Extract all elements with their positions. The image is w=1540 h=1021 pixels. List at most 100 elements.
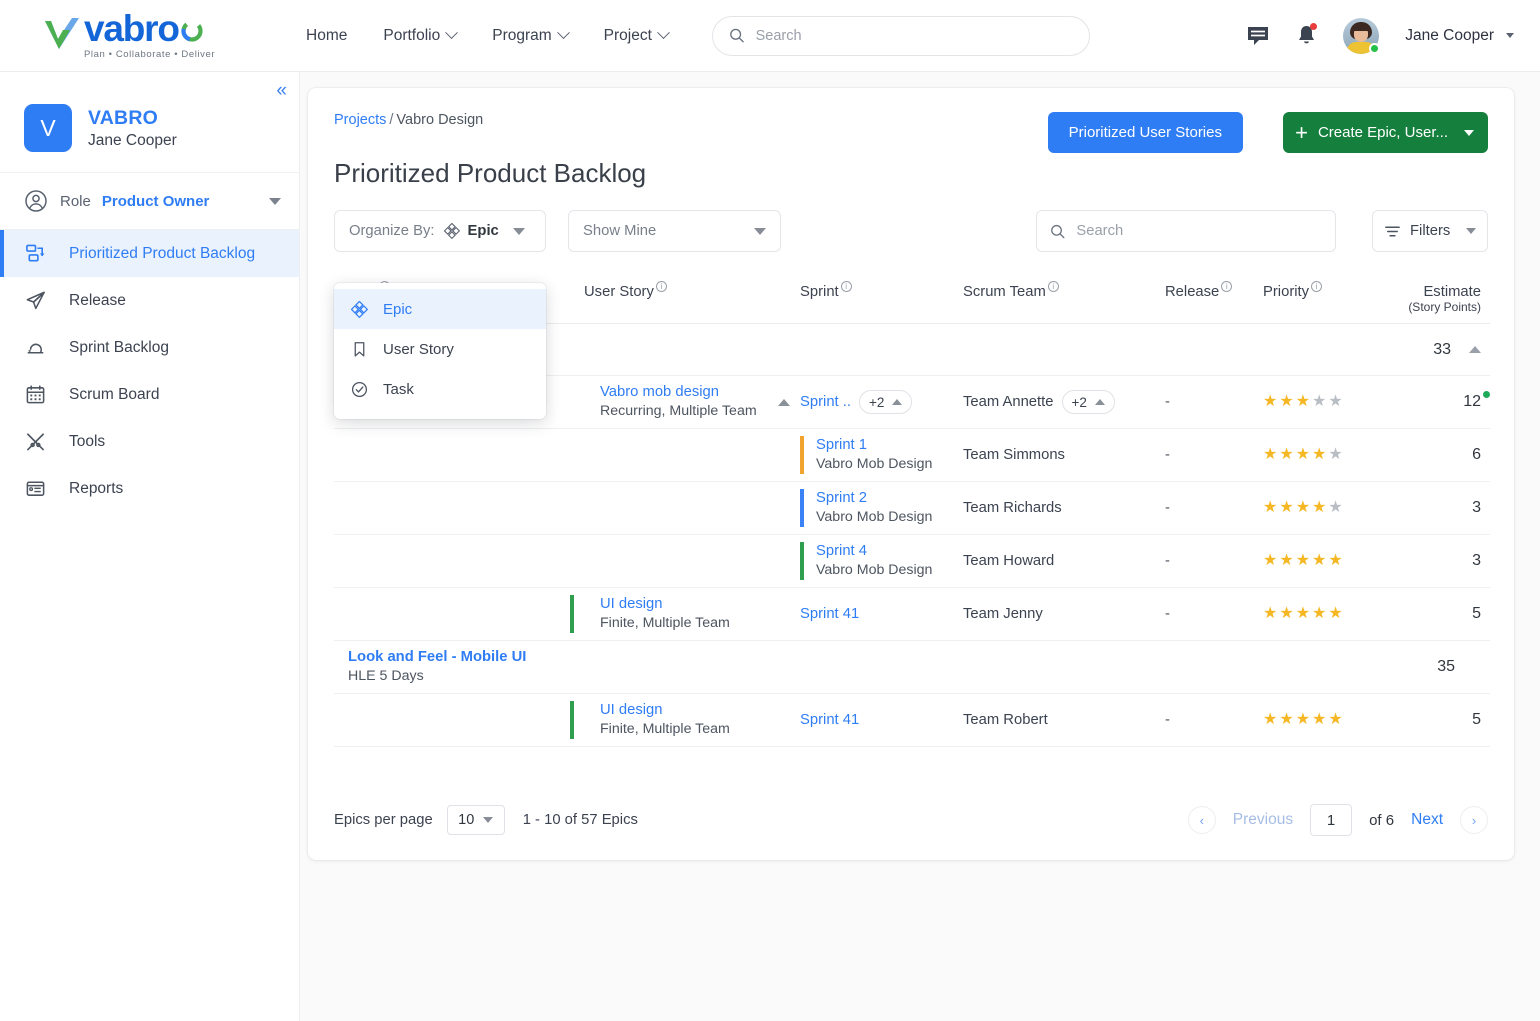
info-icon[interactable]: i bbox=[655, 281, 667, 292]
priority-cell[interactable]: ★ ★ ★ ★ ★ bbox=[1263, 712, 1363, 728]
star-icon[interactable]: ★ bbox=[1296, 500, 1310, 516]
dropdown-option-epic[interactable]: Epic bbox=[334, 289, 546, 329]
role-selector[interactable]: Role Product Owner bbox=[0, 173, 299, 230]
info-icon[interactable]: i bbox=[840, 281, 852, 292]
table-search[interactable] bbox=[1036, 210, 1336, 252]
star-icon[interactable]: ★ bbox=[1263, 500, 1277, 516]
priority-stars[interactable]: ★ ★ ★ ★ ★ bbox=[1263, 553, 1343, 569]
table-row[interactable]: Sprint 1 Vabro Mob Design Team Simmons -… bbox=[334, 429, 1490, 482]
epic-title[interactable]: Look and Feel - Mobile UI bbox=[348, 648, 526, 667]
star-icon[interactable]: ★ bbox=[1263, 553, 1277, 569]
dropdown-option-user-story[interactable]: User Story bbox=[334, 329, 546, 369]
nav-item-home[interactable]: Home bbox=[306, 27, 347, 45]
user-menu[interactable]: Jane Cooper bbox=[1405, 27, 1514, 45]
star-icon[interactable]: ★ bbox=[1328, 500, 1342, 516]
sidebar-item-sprint-backlog[interactable]: Sprint Backlog bbox=[0, 324, 299, 371]
star-icon[interactable]: ★ bbox=[1263, 712, 1277, 728]
filters-button[interactable]: Filters bbox=[1372, 210, 1488, 252]
star-icon[interactable]: ★ bbox=[1296, 447, 1310, 463]
nav-item-portfolio[interactable]: Portfolio bbox=[383, 26, 459, 45]
column-header-user-story[interactable]: User Story i bbox=[584, 281, 800, 300]
table-row[interactable]: UI design Finite, Multiple Team Sprint 4… bbox=[334, 588, 1490, 641]
star-icon[interactable]: ★ bbox=[1296, 553, 1310, 569]
star-icon[interactable]: ★ bbox=[1328, 712, 1342, 728]
page-number-input[interactable] bbox=[1310, 804, 1353, 836]
sidebar-item-prioritized-product-backlog[interactable]: Prioritized Product Backlog bbox=[0, 230, 299, 277]
next-page-button[interactable]: Next bbox=[1411, 811, 1443, 829]
priority-cell[interactable]: ★ ★ ★ ★ ★ bbox=[1263, 553, 1363, 569]
priority-cell[interactable]: ★ ★ ★ ★ ★ bbox=[1263, 394, 1363, 410]
priority-stars[interactable]: ★ ★ ★ ★ ★ bbox=[1263, 394, 1343, 410]
table-row[interactable]: UI design Finite, Multiple Team Sprint 4… bbox=[334, 694, 1490, 747]
star-icon[interactable]: ★ bbox=[1312, 553, 1326, 569]
user-story-cell[interactable]: Vabro mob design Recurring, Multiple Tea… bbox=[584, 383, 800, 421]
user-avatar[interactable] bbox=[1343, 17, 1381, 54]
info-icon[interactable]: i bbox=[1047, 281, 1059, 292]
column-header-scrum-team[interactable]: Scrum Team i bbox=[963, 281, 1165, 300]
sprint-cell[interactable]: Sprint 1 Vabro Mob Design bbox=[800, 436, 963, 474]
priority-stars[interactable]: ★ ★ ★ ★ ★ bbox=[1263, 606, 1343, 622]
organize-by-dropdown[interactable]: Organize By: Epic bbox=[334, 210, 546, 252]
sprint-cell[interactable]: Sprint .. +2 bbox=[800, 390, 963, 414]
star-icon[interactable]: ★ bbox=[1263, 606, 1277, 622]
previous-page-button[interactable]: Previous bbox=[1233, 811, 1293, 829]
sidebar-collapse-button[interactable]: « bbox=[276, 81, 286, 100]
priority-cell[interactable]: ★ ★ ★ ★ ★ bbox=[1263, 447, 1363, 463]
user-story-cell[interactable]: UI design Finite, Multiple Team bbox=[570, 701, 800, 739]
sidebar-item-scrum-board[interactable]: Scrum Board bbox=[0, 371, 299, 418]
scrum-team-cell[interactable]: Team Annette +2 bbox=[963, 390, 1165, 414]
sprint-more-chip[interactable]: +2 bbox=[859, 390, 913, 414]
prioritized-user-stories-button[interactable]: Prioritized User Stories bbox=[1047, 112, 1243, 153]
nav-item-project[interactable]: Project bbox=[604, 26, 670, 45]
column-header-estimate[interactable]: Estimate (Story Points) bbox=[1363, 284, 1481, 314]
global-search-input[interactable] bbox=[755, 27, 1073, 44]
sprint-link[interactable]: Sprint .. bbox=[800, 393, 851, 412]
column-header-priority[interactable]: Priority i bbox=[1263, 281, 1363, 300]
star-icon[interactable]: ★ bbox=[1312, 712, 1326, 728]
team-more-chip[interactable]: +2 bbox=[1061, 390, 1115, 414]
star-icon[interactable]: ★ bbox=[1279, 447, 1293, 463]
next-page-arrow-button[interactable]: › bbox=[1460, 806, 1488, 834]
epic-cell[interactable]: Look and Feel - Mobile UI HLE 5 Days bbox=[334, 648, 584, 686]
priority-cell[interactable]: ★ ★ ★ ★ ★ bbox=[1263, 500, 1363, 516]
per-page-select[interactable]: 10 bbox=[446, 805, 505, 835]
star-icon[interactable]: ★ bbox=[1328, 394, 1342, 410]
star-icon[interactable]: ★ bbox=[1296, 394, 1310, 410]
collapse-story-icon[interactable] bbox=[778, 398, 790, 406]
sidebar-item-tools[interactable]: Tools bbox=[0, 418, 299, 465]
sprint-link[interactable]: Sprint 4 bbox=[816, 542, 932, 561]
sprint-cell[interactable]: Sprint 41 bbox=[800, 605, 963, 624]
sprint-link[interactable]: Sprint 41 bbox=[800, 605, 859, 624]
star-icon[interactable]: ★ bbox=[1279, 500, 1293, 516]
priority-cell[interactable]: ★ ★ ★ ★ ★ bbox=[1263, 606, 1363, 622]
star-icon[interactable]: ★ bbox=[1279, 712, 1293, 728]
info-icon[interactable]: i bbox=[1311, 281, 1323, 292]
messages-button[interactable] bbox=[1246, 25, 1270, 47]
info-icon[interactable]: i bbox=[1221, 281, 1233, 292]
user-story-cell[interactable]: UI design Finite, Multiple Team bbox=[570, 595, 800, 633]
star-icon[interactable]: ★ bbox=[1279, 606, 1293, 622]
project-header[interactable]: V VABRO Jane Cooper bbox=[0, 72, 299, 173]
star-icon[interactable]: ★ bbox=[1263, 447, 1277, 463]
sprint-cell[interactable]: Sprint 2 Vabro Mob Design bbox=[800, 489, 963, 527]
star-icon[interactable]: ★ bbox=[1328, 553, 1342, 569]
star-icon[interactable]: ★ bbox=[1312, 606, 1326, 622]
collapse-group-icon[interactable] bbox=[1469, 346, 1481, 353]
star-icon[interactable]: ★ bbox=[1328, 606, 1342, 622]
previous-page-arrow-button[interactable]: ‹ bbox=[1187, 806, 1216, 834]
star-icon[interactable]: ★ bbox=[1312, 500, 1326, 516]
star-icon[interactable]: ★ bbox=[1279, 553, 1293, 569]
show-mine-dropdown[interactable]: Show Mine bbox=[568, 210, 781, 252]
notifications-button[interactable] bbox=[1296, 23, 1318, 47]
priority-stars[interactable]: ★ ★ ★ ★ ★ bbox=[1263, 500, 1343, 516]
column-header-release[interactable]: Release i bbox=[1165, 281, 1263, 300]
user-story-title[interactable]: UI design bbox=[600, 595, 730, 614]
table-row[interactable]: Sprint 4 Vabro Mob Design Team Howard - … bbox=[334, 535, 1490, 588]
star-icon[interactable]: ★ bbox=[1296, 712, 1310, 728]
user-story-title[interactable]: Vabro mob design bbox=[600, 383, 778, 402]
table-search-input[interactable] bbox=[1076, 223, 1322, 239]
sprint-link[interactable]: Sprint 41 bbox=[800, 711, 859, 730]
star-icon[interactable]: ★ bbox=[1263, 394, 1277, 410]
table-row[interactable]: Sprint 2 Vabro Mob Design Team Richards … bbox=[334, 482, 1490, 535]
star-icon[interactable]: ★ bbox=[1296, 606, 1310, 622]
